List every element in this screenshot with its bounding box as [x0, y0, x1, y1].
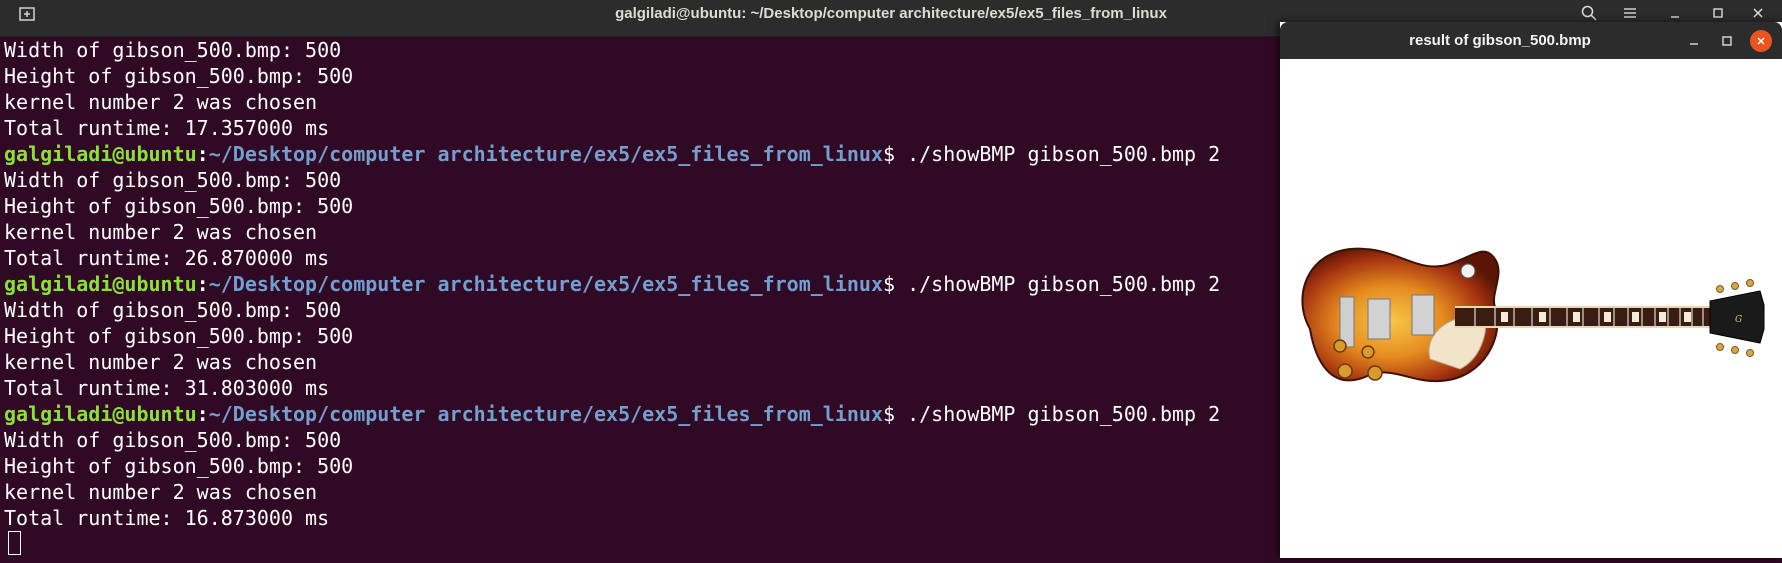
prompt-user: galgiladi@ubuntu — [4, 402, 197, 426]
output-line: Width of gibson_500.bmp: 500 — [4, 168, 342, 192]
prompt-dollar: $ — [883, 272, 908, 296]
prompt-path: ~/Desktop/computer architecture/ex5/ex5_… — [208, 402, 883, 426]
prompt-line: galgiladi@ubuntu:~/Desktop/computer arch… — [0, 271, 1280, 297]
prompt-dollar: $ — [883, 402, 908, 426]
prompt-command: ./showBMP gibson_500.bmp 2 — [907, 402, 1221, 426]
output-line: kernel number 2 was chosen — [4, 480, 318, 504]
output-line: Total runtime: 16.873000 ms — [4, 506, 330, 530]
output-line: kernel number 2 was chosen — [4, 90, 318, 114]
prompt-command: ./showBMP gibson_500.bmp 2 — [907, 272, 1221, 296]
prompt-path: ~/Desktop/computer architecture/ex5/ex5_… — [208, 142, 883, 166]
output-line: Total runtime: 31.803000 ms — [4, 376, 330, 400]
prompt-user: galgiladi@ubuntu — [4, 272, 197, 296]
prompt-line: galgiladi@ubuntu:~/Desktop/computer arch… — [0, 141, 1280, 167]
prompt-colon: : — [196, 142, 209, 166]
output-line: Height of gibson_500.bmp: 500 — [4, 64, 354, 88]
viewer-title: result of gibson_500.bmp — [1409, 32, 1591, 49]
prompt-line: galgiladi@ubuntu:~/Desktop/computer arch… — [0, 401, 1280, 427]
output-line: kernel number 2 was chosen — [4, 220, 318, 244]
output-line: Height of gibson_500.bmp: 500 — [4, 454, 354, 478]
cursor-line — [0, 531, 1280, 557]
maximize-icon[interactable] — [1716, 30, 1738, 52]
terminal-output[interactable]: Width of gibson_500.bmp: 500 Height of gi… — [0, 37, 1280, 558]
image-canvas: G — [1280, 59, 1782, 558]
output-line: Width of gibson_500.bmp: 500 — [4, 298, 342, 322]
output-line: Total runtime: 17.357000 ms — [4, 116, 330, 140]
output-line: kernel number 2 was chosen — [4, 350, 318, 374]
output-line: Height of gibson_500.bmp: 500 — [4, 324, 354, 348]
prompt-command: ./showBMP gibson_500.bmp 2 — [907, 142, 1221, 166]
image-viewer-window[interactable]: result of gibson_500.bmp G — [1280, 22, 1782, 558]
prompt-colon: : — [196, 272, 209, 296]
text-cursor[interactable] — [8, 531, 21, 555]
output-line: Total runtime: 26.870000 ms — [4, 246, 330, 270]
svg-text:G: G — [1735, 315, 1742, 325]
prompt-user: galgiladi@ubuntu — [4, 142, 197, 166]
viewer-titlebar[interactable]: result of gibson_500.bmp — [1280, 22, 1782, 59]
prompt-dollar: $ — [883, 142, 908, 166]
guitar-image: G — [1301, 247, 1765, 383]
output-line: Width of gibson_500.bmp: 500 — [4, 428, 342, 452]
output-line: Width of gibson_500.bmp: 500 — [4, 38, 342, 62]
minimize-icon[interactable] — [1683, 30, 1705, 52]
prompt-path: ~/Desktop/computer architecture/ex5/ex5_… — [208, 272, 883, 296]
prompt-colon: : — [196, 402, 209, 426]
output-line: Height of gibson_500.bmp: 500 — [4, 194, 354, 218]
close-icon[interactable] — [1750, 30, 1772, 52]
